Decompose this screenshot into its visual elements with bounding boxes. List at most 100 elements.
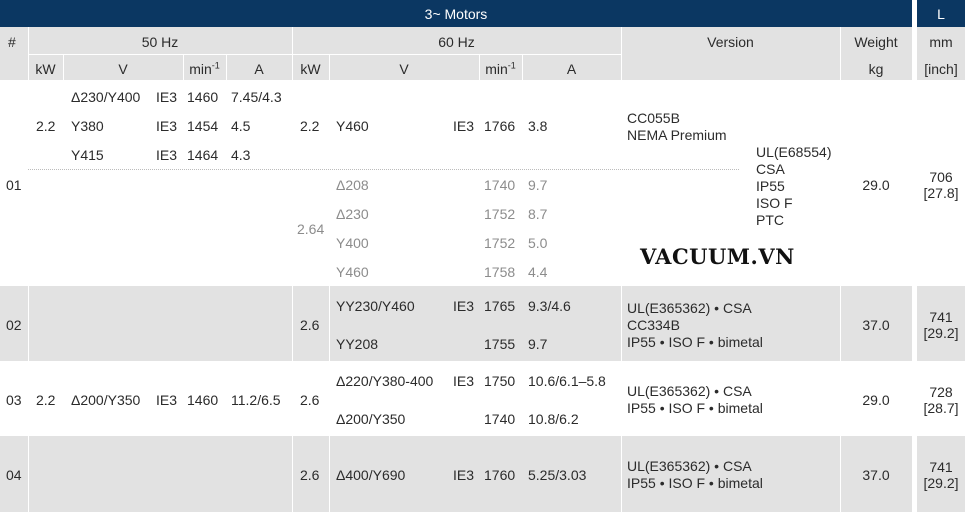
v60-value: Δ200/Y350	[336, 411, 406, 427]
rpm60-value: 1765	[484, 298, 516, 314]
ie-class: IE3	[156, 118, 178, 134]
col-kg-header: kg	[868, 61, 884, 77]
ie-class: IE3	[453, 373, 475, 389]
length-mm: 728	[929, 384, 953, 400]
length-title: L	[937, 5, 945, 22]
row-id: 04	[6, 467, 22, 483]
version-line: IP55 • ISO F • bimetal	[627, 400, 763, 416]
v60-value: YY230/Y460	[336, 298, 415, 314]
rpm60-value: 1740	[484, 177, 516, 193]
col-v60-header: V	[399, 61, 409, 77]
dotted-separator	[28, 169, 739, 170]
col-rpm60-header: min-1	[485, 60, 516, 77]
a60-value: 10.6/6.1–5.8	[528, 373, 606, 389]
header-subline	[28, 54, 621, 55]
v50-value: Y380	[71, 118, 104, 134]
grid-line	[329, 436, 330, 512]
a50-value: 11.2/6.5	[231, 392, 281, 408]
rpm60-value: 1752	[484, 206, 516, 222]
version-line: IP55 • ISO F • bimetal	[627, 475, 763, 491]
weight-value: 29.0	[862, 392, 890, 408]
row-01-bg	[0, 80, 965, 286]
kw60-value: 2.64	[297, 221, 325, 237]
version-line: CC334B	[627, 317, 680, 333]
length-inch: [29.2]	[923, 475, 959, 491]
col-50hz-header: 50 Hz	[141, 34, 179, 50]
v60-value: Δ208	[336, 177, 369, 193]
rpm60-value: 1766	[484, 118, 516, 134]
table-title: 3~ Motors	[424, 5, 488, 22]
rpm50-value: 1460	[187, 89, 219, 105]
length-inch: [27.8]	[923, 185, 959, 201]
grid-line	[292, 286, 293, 361]
length-inch: [29.2]	[923, 325, 959, 341]
col-mm-header: mm	[929, 34, 953, 50]
col-v50-header: V	[118, 61, 128, 77]
row-03-bg	[0, 361, 965, 436]
length-mm: 706	[929, 169, 953, 185]
rpm60-value: 1758	[484, 264, 516, 280]
kw60-value: 2.2	[300, 118, 320, 134]
row-id: 01	[6, 177, 22, 193]
kw60-value: 2.6	[300, 467, 320, 483]
grid-line	[292, 436, 293, 512]
col-rpm50-header: min-1	[189, 60, 220, 77]
rpm60-value: 1760	[484, 467, 516, 483]
row-id: 02	[6, 317, 22, 333]
rpm60-value: 1755	[484, 336, 516, 352]
a60-value: 9.3/4.6	[528, 298, 571, 314]
weight-value: 37.0	[862, 467, 890, 483]
rpm50-value: 1464	[187, 147, 219, 163]
col-version-header: Version	[707, 34, 754, 50]
grid-line	[621, 286, 622, 361]
ie-class: IE3	[156, 147, 178, 163]
rpm60-value: 1750	[484, 373, 516, 389]
v60-value: Y460	[336, 118, 369, 134]
v60-value: Y460	[336, 264, 369, 280]
rpm60-value: 1740	[484, 411, 516, 427]
version-line: UL(E365362) • CSA	[627, 383, 752, 399]
a60-value: 8.7	[528, 206, 548, 222]
a60-value: 9.7	[528, 336, 548, 352]
row-04-bg	[0, 436, 965, 512]
kw50-value: 2.2	[36, 392, 56, 408]
rpm50-value: 1454	[187, 118, 219, 134]
col-number-header: #	[8, 34, 16, 50]
ie-class: IE3	[156, 392, 178, 408]
version-line: CSA	[756, 161, 785, 177]
version-line: PTC	[756, 212, 784, 228]
a60-value: 10.8/6.2	[528, 411, 579, 427]
v60-value: YY208	[336, 336, 379, 352]
version-line: CC055B	[627, 110, 680, 126]
col-kw50-header: kW	[35, 61, 56, 77]
kw60-value: 2.6	[300, 317, 320, 333]
v60-value: Δ220/Y380-400	[336, 373, 434, 389]
weight-value: 29.0	[862, 177, 890, 193]
grid-line	[28, 286, 29, 361]
a60-value: 3.8	[528, 118, 548, 134]
kw50-value: 2.2	[36, 118, 56, 134]
a60-value: 9.7	[528, 177, 548, 193]
table-title-band: 3~ Motors	[0, 0, 912, 27]
a50-value: 4.3	[231, 147, 251, 163]
v50-value: Y415	[71, 147, 104, 163]
rpm50-value: 1460	[187, 392, 219, 408]
length-inch: [28.7]	[923, 400, 959, 416]
v50-value: Δ230/Y400	[71, 89, 141, 105]
a60-value: 5.25/3.03	[528, 467, 587, 483]
version-line: ISO F	[756, 195, 793, 211]
v60-value: Y400	[336, 235, 369, 251]
col-a60-header: A	[566, 61, 577, 77]
version-line: IP55 • ISO F • bimetal	[627, 334, 763, 350]
version-line: UL(E68554)	[756, 144, 832, 160]
col-kw60-header: kW	[300, 61, 321, 77]
row-02-bg	[0, 286, 965, 361]
version-line: UL(E365362) • CSA	[627, 458, 752, 474]
length-mm: 741	[929, 459, 953, 475]
col-inch-header: [inch]	[924, 61, 958, 77]
rpm60-value: 1752	[484, 235, 516, 251]
col-60hz-header: 60 Hz	[438, 34, 475, 50]
length-title-band: L	[917, 0, 965, 27]
version-line: IP55	[756, 178, 785, 194]
ie-class: IE3	[453, 118, 475, 134]
